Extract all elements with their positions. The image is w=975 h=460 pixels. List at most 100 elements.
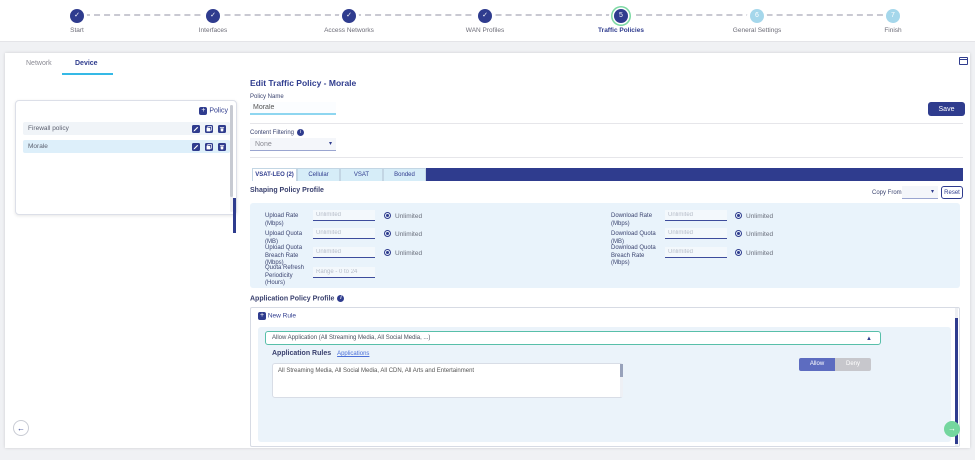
step-label: Access Networks (324, 27, 374, 34)
download-breach-rate-input[interactable] (665, 247, 727, 258)
step-label: Interfaces (199, 27, 228, 34)
radio-label: Unlimited (395, 250, 422, 257)
copy-from-select[interactable]: ▾ (902, 186, 938, 199)
rules-container: + New Rule Allow Application (All Stream… (250, 307, 960, 447)
field-label: Quota Refresh Periodicity (Hours) (265, 265, 313, 288)
tab-vsat[interactable]: VSAT (340, 168, 383, 181)
tab-vsat-leo[interactable]: VSAT-LEO (2) (252, 168, 297, 181)
page: ✓ Start ✓ Interfaces ✓ Access Networks ✓… (0, 0, 975, 460)
tab-bar-filler (426, 168, 963, 181)
policy-name-label: Policy Name (250, 94, 284, 100)
radio-label: Unlimited (395, 213, 422, 220)
tab-network[interactable]: Network (26, 60, 52, 67)
panel-scrollbar-thumb[interactable] (230, 105, 233, 197)
check-icon: ✓ (342, 9, 356, 23)
shaping-heading: Shaping Policy Profile (250, 187, 324, 194)
allow-toggle[interactable]: Allow (799, 358, 835, 371)
content-filtering-select[interactable]: None ▾ (250, 138, 336, 151)
new-rule-button[interactable]: + New Rule (258, 312, 296, 320)
next-button[interactable]: → (944, 421, 960, 437)
divider (250, 157, 963, 158)
policy-name: Morale (28, 143, 48, 150)
wizard-stepper: ✓ Start ✓ Interfaces ✓ Access Networks ✓… (0, 0, 975, 42)
add-policy-label: Policy (209, 108, 228, 115)
step-label: Traffic Policies (598, 27, 644, 34)
edit-icon[interactable] (192, 143, 200, 151)
policy-row-morale[interactable]: Morale (23, 140, 230, 153)
step-label: Finish (884, 27, 901, 34)
chevron-down-icon: ▾ (931, 186, 934, 199)
check-icon: ✓ (206, 9, 220, 23)
delete-icon[interactable] (218, 125, 226, 133)
content-filtering-label: Content Filteringi (250, 129, 304, 136)
applications-link[interactable]: Applications (337, 351, 369, 357)
reset-button[interactable]: Reset (941, 186, 963, 199)
plus-icon: + (199, 107, 207, 115)
delete-icon[interactable] (218, 143, 226, 151)
upload-breach-unlimited-radio[interactable] (384, 249, 391, 256)
download-rate-input[interactable] (665, 210, 727, 221)
field-label: Upload Quota (MB) (265, 231, 315, 246)
copy-icon[interactable] (205, 125, 213, 133)
step-number: 7 (886, 9, 900, 23)
add-policy-button[interactable]: + Policy (199, 107, 228, 115)
download-breach-unlimited-radio[interactable] (735, 249, 742, 256)
policy-name: Firewall policy (28, 125, 69, 132)
window-icon[interactable] (959, 57, 968, 65)
upload-quota-unlimited-radio[interactable] (384, 230, 391, 237)
info-icon[interactable]: i (297, 129, 304, 136)
step-label: General Settings (733, 27, 781, 34)
field-label: Upload Rate (Mbps) (265, 213, 315, 228)
download-quota-input[interactable] (665, 228, 727, 239)
plus-icon: + (258, 312, 266, 320)
step-number: 6 (750, 9, 764, 23)
radio-label: Unlimited (395, 231, 422, 238)
collapse-icon[interactable]: ▲ (866, 333, 872, 345)
copy-icon[interactable] (205, 143, 213, 151)
edit-icon[interactable] (192, 125, 200, 133)
save-button[interactable]: Save (928, 102, 965, 116)
policy-name-input[interactable] (250, 102, 336, 115)
download-quota-unlimited-radio[interactable] (735, 230, 742, 237)
back-button[interactable]: ← (13, 420, 29, 436)
policy-row-firewall[interactable]: Firewall policy (23, 122, 230, 135)
radio-label: Unlimited (746, 250, 773, 257)
rule-card: Allow Application (All Streaming Media, … (258, 327, 951, 442)
step-label: Start (70, 27, 84, 34)
radio-label: Unlimited (746, 213, 773, 220)
copy-from-label: Copy From: (872, 190, 903, 196)
application-rules-label: Application Rules Applications (272, 350, 369, 357)
tab-device[interactable]: Device (75, 60, 98, 67)
upload-quota-input[interactable] (313, 228, 375, 239)
field-label: Download Quota Breach Rate (Mbps) (611, 245, 663, 268)
quota-refresh-input[interactable] (313, 267, 375, 278)
tab-bonded[interactable]: Bonded (383, 168, 426, 181)
textarea-scrollbar-thumb[interactable] (620, 364, 623, 377)
check-icon: ✓ (478, 9, 492, 23)
download-rate-unlimited-radio[interactable] (735, 212, 742, 219)
deny-toggle[interactable]: Deny (835, 358, 871, 371)
arrow-left-icon: ← (17, 424, 25, 433)
tab-cellular[interactable]: Cellular (297, 168, 340, 181)
divider (250, 123, 963, 124)
main-card: Network Device + Policy Firewall policy … (5, 53, 970, 448)
pane-scrollbar-thumb[interactable] (233, 198, 236, 233)
arrow-right-icon: → (948, 424, 956, 433)
panel-scrollbar[interactable] (230, 105, 233, 212)
policy-list-panel: + Policy Firewall policy Morale (15, 100, 237, 215)
field-label: Download Quota (MB) (611, 231, 667, 246)
applications-textarea[interactable]: All Streaming Media, All Social Media, A… (272, 363, 623, 398)
upload-rate-unlimited-radio[interactable] (384, 212, 391, 219)
upload-breach-rate-input[interactable] (313, 247, 375, 258)
application-heading: Application Policy Profilei (250, 295, 344, 302)
upload-rate-input[interactable] (313, 210, 375, 221)
step-label: WAN Profiles (466, 27, 504, 34)
radio-label: Unlimited (746, 231, 773, 238)
field-label: Download Rate (Mbps) (611, 213, 667, 228)
rule-accordion-header[interactable]: Allow Application (All Streaming Media, … (265, 331, 881, 345)
info-icon[interactable]: i (337, 295, 344, 302)
chevron-down-icon: ▾ (329, 138, 332, 151)
textarea-scrollbar[interactable] (620, 364, 623, 397)
step-number: 5 (614, 9, 628, 23)
page-title: Edit Traffic Policy - Morale (250, 78, 356, 88)
